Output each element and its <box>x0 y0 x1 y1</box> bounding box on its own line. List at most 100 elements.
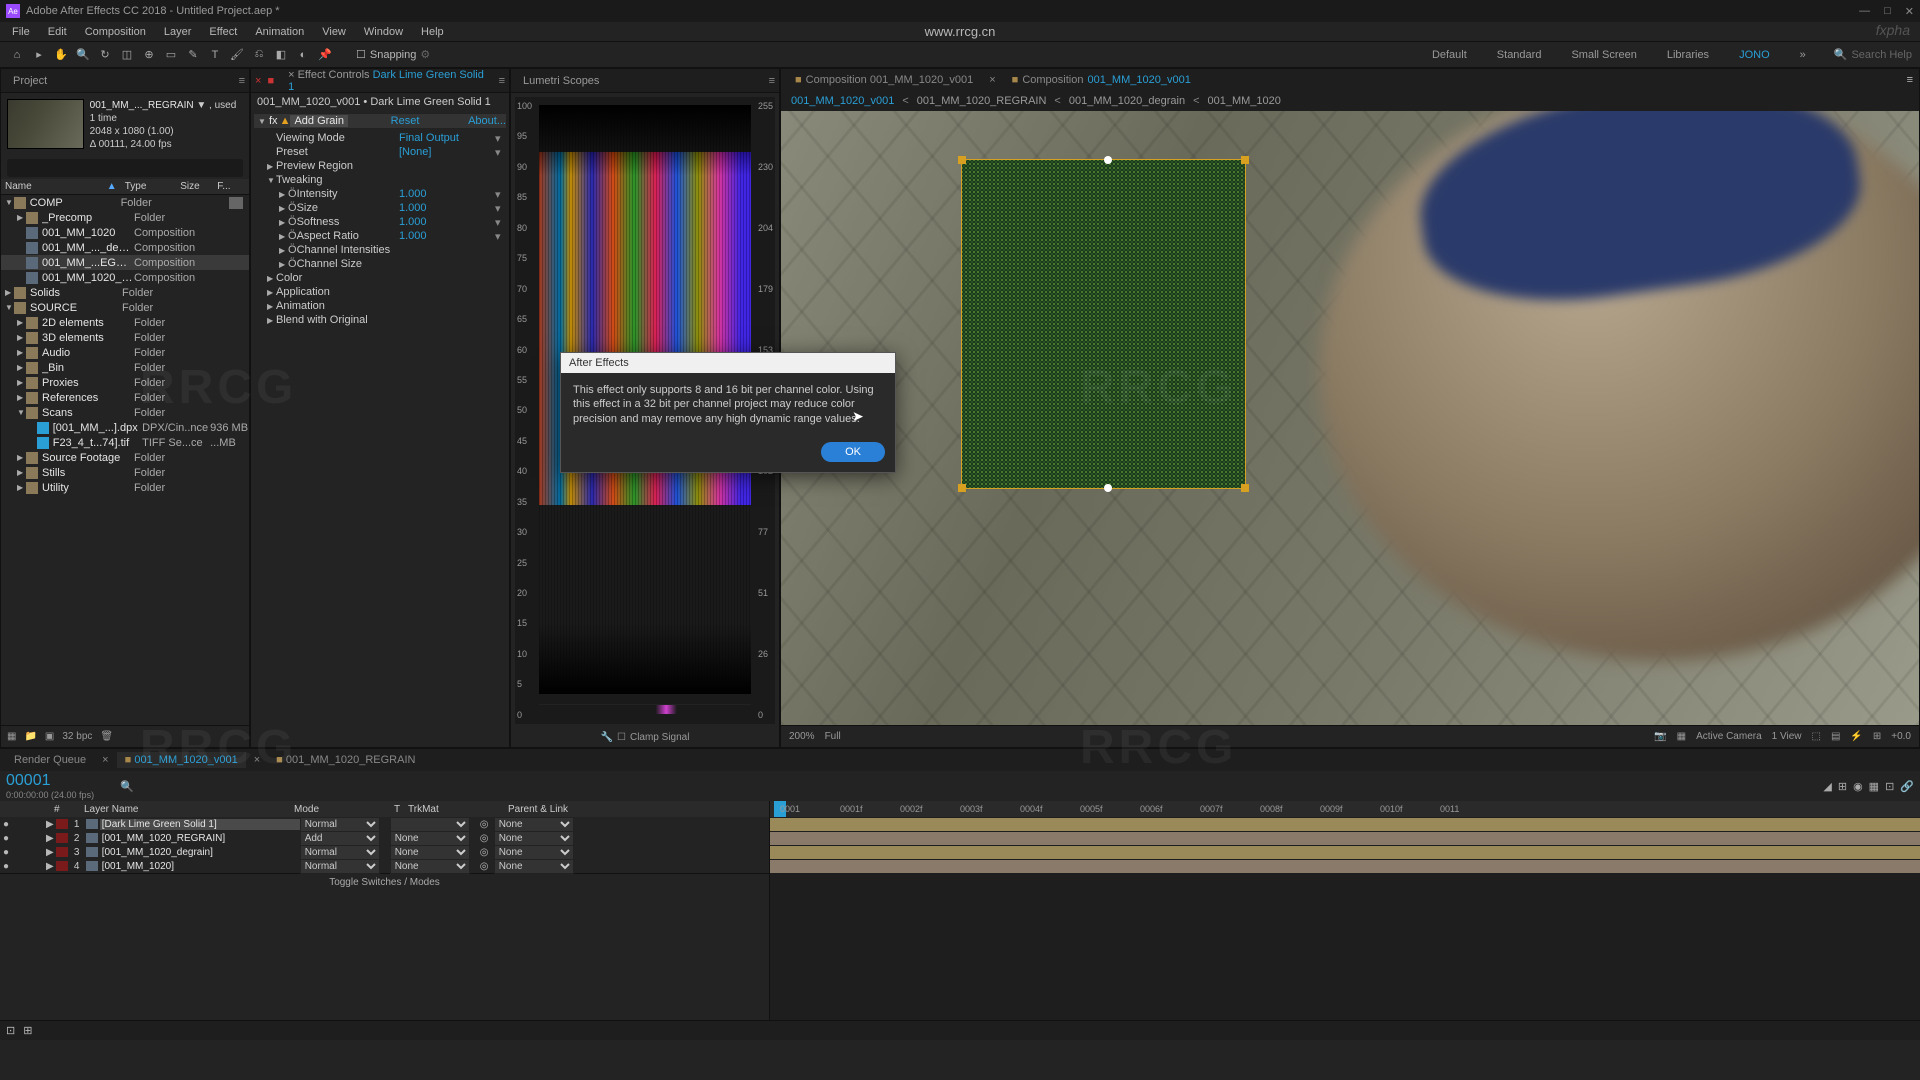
camera-tool-icon[interactable]: ◫ <box>118 46 136 64</box>
flow-1[interactable]: 001_MM_1020_REGRAIN <box>917 95 1047 107</box>
pen-tool-icon[interactable]: ✎ <box>184 46 202 64</box>
ec-prop[interactable]: ▶Ö Channel Intensities <box>251 243 509 257</box>
menu-window[interactable]: Window <box>358 26 409 38</box>
current-time[interactable]: 00001 <box>6 772 94 790</box>
lumetri-tab[interactable]: Lumetri Scopes <box>515 73 607 89</box>
ec-prop[interactable]: ▶Application <box>251 285 509 299</box>
flow-0[interactable]: 001_MM_1020_v001 <box>791 95 894 107</box>
maximize-icon[interactable]: □ <box>1884 5 1891 18</box>
ec-prop[interactable]: ▶Preview Region <box>251 159 509 173</box>
interpret-icon[interactable]: ▦ <box>7 731 16 742</box>
project-search[interactable] <box>7 159 243 177</box>
project-item[interactable]: ▼COMPFolder <box>1 195 249 210</box>
project-tree[interactable]: ▼COMPFolder▶_PrecompFolder001_MM_1020Com… <box>1 195 249 725</box>
ws-libraries[interactable]: Libraries <box>1657 47 1719 63</box>
link-icon[interactable]: 🔗 <box>1900 780 1914 793</box>
selection-tool-icon[interactable]: ▸ <box>30 46 48 64</box>
ec-prop[interactable]: ▶Ö Aspect Ratio1.000▾ <box>251 229 509 243</box>
col-size[interactable]: Size <box>180 181 217 192</box>
tl-tab-comp1[interactable]: ■ 001_MM_1020_v001 <box>117 752 246 768</box>
ec-prop[interactable]: ▶Blend with Original <box>251 313 509 327</box>
timeline-layer[interactable]: ●▶3[001_MM_1020_degrain]NormalNone◎None <box>0 845 769 859</box>
project-item[interactable]: ▶ProxiesFolder <box>1 375 249 390</box>
ec-props[interactable]: Viewing ModeFinal Output▾Preset[None]▾▶P… <box>251 131 509 327</box>
shy-icon[interactable]: ◢ <box>1823 780 1831 793</box>
layer-bar[interactable] <box>770 859 1920 873</box>
ec-close-icon[interactable]: × <box>255 75 261 87</box>
project-item[interactable]: 001_MM_1020_v001Composition <box>1 270 249 285</box>
search-help[interactable]: 🔍 Search Help <box>1834 48 1912 61</box>
project-item[interactable]: ▶SolidsFolder <box>1 285 249 300</box>
project-item[interactable]: 001_MM_...EGRAINComposition <box>1 255 249 270</box>
fx-reset[interactable]: Reset <box>391 115 420 127</box>
eraser-tool-icon[interactable]: ◧ <box>272 46 290 64</box>
rotate-tool-icon[interactable]: ↻ <box>96 46 114 64</box>
project-item[interactable]: [001_MM_...].dpxDPX/Cin..nce936 MB <box>1 420 249 435</box>
project-item[interactable]: 001_MM_..._degrainComposition <box>1 240 249 255</box>
res-dropdown[interactable]: Full <box>825 731 841 742</box>
timeline-layer[interactable]: ●▶1[Dark Lime Green Solid 1]Normal◎None <box>0 817 769 831</box>
panel-menu-icon[interactable]: ≡ <box>239 75 245 87</box>
camera-icon[interactable]: 📷 <box>1654 731 1666 742</box>
time-ruler[interactable]: 00010001f0002f0003f0004f0005f0006f0007f0… <box>770 801 1920 817</box>
col-type[interactable]: Type <box>125 181 181 192</box>
bpc-button[interactable]: 32 bpc <box>62 731 92 742</box>
tl-search-icon[interactable]: 🔍 <box>120 780 134 793</box>
layer-bar[interactable] <box>770 817 1920 831</box>
menu-file[interactable]: File <box>6 26 36 38</box>
timeline-layer[interactable]: ●▶2[001_MM_1020_REGRAIN]AddNone◎None <box>0 831 769 845</box>
fx-about[interactable]: About... <box>468 115 506 127</box>
col-trkmat[interactable]: TrkMat <box>404 804 504 815</box>
layer-bar[interactable] <box>770 845 1920 859</box>
project-item[interactable]: ▶2D elementsFolder <box>1 315 249 330</box>
ok-button[interactable]: OK <box>821 442 885 462</box>
view-count[interactable]: 1 View <box>1772 731 1802 742</box>
col-name[interactable]: Name <box>5 181 107 192</box>
ec-prop[interactable]: ▼Tweaking <box>251 173 509 187</box>
project-item[interactable]: ▶_BinFolder <box>1 360 249 375</box>
brush-tool-icon[interactable]: 🖌 <box>228 46 246 64</box>
clamp-checkbox[interactable]: ☐ <box>617 732 626 743</box>
scope-settings-icon[interactable]: 🔧 <box>601 732 613 743</box>
tl-tab-render[interactable]: Render Queue <box>6 752 94 768</box>
timeline-icon[interactable]: ⊞ <box>1873 731 1881 742</box>
ec-prop[interactable]: Viewing ModeFinal Output▾ <box>251 131 509 145</box>
ec-menu-icon[interactable]: ≡ <box>499 75 505 87</box>
type-tool-icon[interactable]: T <box>206 46 224 64</box>
project-item[interactable]: ▼SOURCEFolder <box>1 300 249 315</box>
ec-prop[interactable]: ▶Ö Softness1.000▾ <box>251 215 509 229</box>
home-icon[interactable]: ⌂ <box>8 46 26 64</box>
pixel-aspect-icon[interactable]: ▤ <box>1831 731 1840 742</box>
close-icon[interactable]: ✕ <box>1905 5 1914 18</box>
project-item[interactable]: ▶_PrecompFolder <box>1 210 249 225</box>
menu-view[interactable]: View <box>316 26 352 38</box>
comp-tab-2[interactable]: ■ Composition 001_MM_1020_v001 <box>1004 72 1199 88</box>
col-mode[interactable]: Mode <box>290 804 390 815</box>
project-item[interactable]: ▶3D elementsFolder <box>1 330 249 345</box>
grain-preview-box[interactable] <box>961 159 1246 489</box>
ec-marker-icon[interactable]: ■ <box>267 75 274 87</box>
ec-prop[interactable]: ▶Ö Channel Size <box>251 257 509 271</box>
delete-icon[interactable]: 🗑 <box>100 731 113 742</box>
layer-bar[interactable] <box>770 831 1920 845</box>
ws-standard[interactable]: Standard <box>1487 47 1552 63</box>
project-item[interactable]: 001_MM_1020Composition <box>1 225 249 240</box>
project-item[interactable]: ▶UtilityFolder <box>1 480 249 495</box>
roto-tool-icon[interactable]: ◐ <box>294 46 312 64</box>
ec-prop[interactable]: ▶Color <box>251 271 509 285</box>
menu-composition[interactable]: Composition <box>79 26 152 38</box>
flow-2[interactable]: 001_MM_1020_degrain <box>1069 95 1185 107</box>
col-f[interactable]: F... <box>217 181 245 192</box>
project-item[interactable]: ▶ReferencesFolder <box>1 390 249 405</box>
ec-tab[interactable]: × Effect Controls Dark Lime Green Solid … <box>280 67 492 95</box>
motion-blur-icon[interactable]: ◉ <box>1853 780 1863 793</box>
toggle-switches[interactable]: Toggle Switches / Modes <box>329 877 440 888</box>
comp-tab-1[interactable]: ■ Composition 001_MM_1020_v001 <box>787 72 981 88</box>
project-item[interactable]: ▶StillsFolder <box>1 465 249 480</box>
menu-help[interactable]: Help <box>415 26 450 38</box>
snap-checkbox[interactable]: ☐ <box>356 48 366 61</box>
viewer[interactable] <box>781 111 1919 725</box>
ws-small-screen[interactable]: Small Screen <box>1561 47 1646 63</box>
menu-layer[interactable]: Layer <box>158 26 198 38</box>
new-folder-icon[interactable]: 📁 <box>24 731 36 742</box>
